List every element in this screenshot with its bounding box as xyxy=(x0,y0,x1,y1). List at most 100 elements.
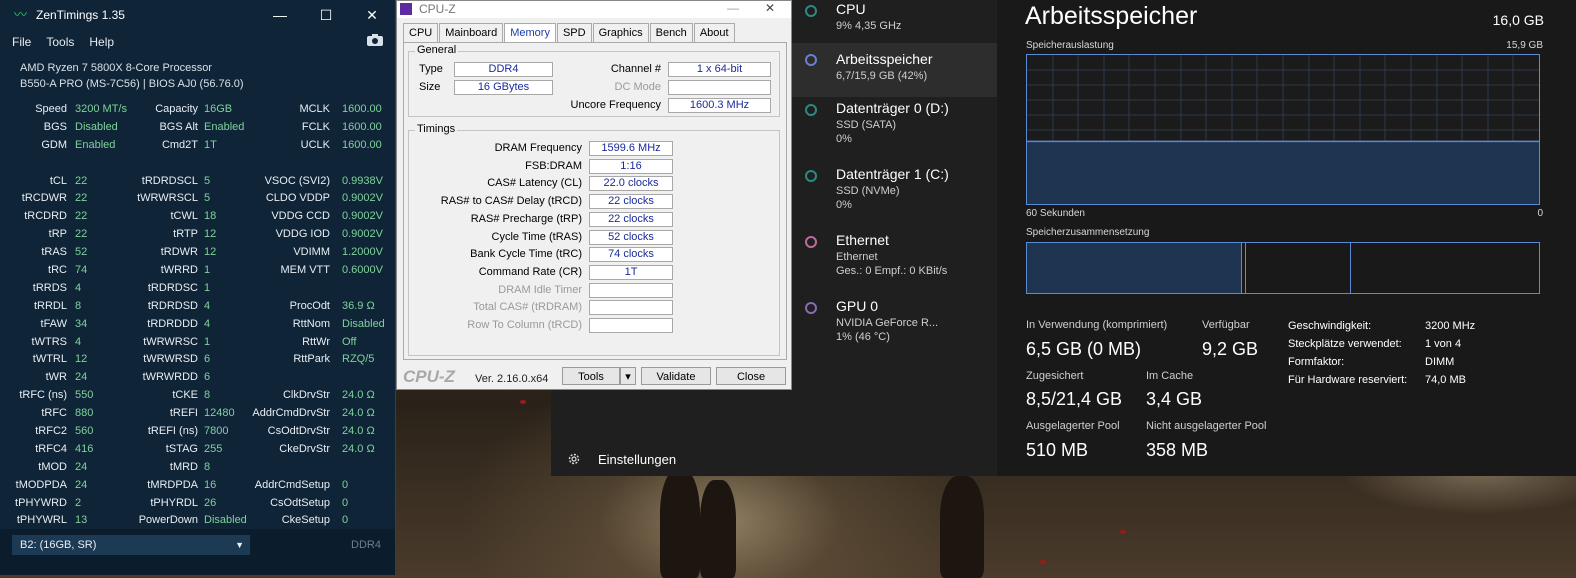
validate-button[interactable]: Validate xyxy=(641,367,711,385)
resource-indicator-icon xyxy=(805,5,817,17)
timing-value xyxy=(589,300,673,316)
module-select[interactable]: B2: (16GB, SR) ▼ xyxy=(12,535,250,555)
usage-max: 15,9 GB xyxy=(1506,40,1543,51)
tab-mainboard[interactable]: Mainboard xyxy=(439,23,504,42)
window-title: ZenTimings 1.35 xyxy=(36,8,125,22)
timing-value-a: 74 xyxy=(75,264,88,277)
menu-tools[interactable]: Tools xyxy=(46,35,74,49)
tab-graphics[interactable]: Graphics xyxy=(592,23,649,42)
memory-composition-bar xyxy=(1026,242,1540,294)
wallpaper-figure xyxy=(940,476,984,578)
timing-value-b: 16GB xyxy=(204,103,233,115)
uncore-label: Uncore Frequency xyxy=(570,99,662,111)
timing-label-b: tRDRDSC xyxy=(147,281,198,294)
settings-link[interactable]: Einstellungen xyxy=(598,452,676,467)
close-button[interactable]: ✕ xyxy=(349,0,395,30)
resource-name: Ethernet xyxy=(836,232,889,248)
timing-label-c: VDDG CCD xyxy=(271,210,330,223)
in-use-value: 6,5 GB (0 MB) xyxy=(1026,339,1142,359)
timings-row: BGS Disabled BGS Alt Enabled FCLK 1600.00 xyxy=(0,121,395,139)
timing-value-c: 1600.00 xyxy=(342,138,382,151)
resource-name: CPU xyxy=(836,1,866,17)
resource-item[interactable]: Datenträger 0 (D:) SSD (SATA) 0% xyxy=(792,99,997,153)
tab-cpu[interactable]: CPU xyxy=(403,23,439,42)
timing-value-c: 0 xyxy=(342,496,349,509)
timing-value-a: 24 xyxy=(75,460,88,473)
cached-label: Im Cache xyxy=(1146,370,1194,382)
timing-label-a: tWR xyxy=(45,371,67,384)
resource-item[interactable]: Ethernet Ethernet Ges.: 0 Empf.: 0 KBit/s xyxy=(792,231,997,285)
type-label: Type xyxy=(419,63,443,75)
timing-label-b: tWRWRDD xyxy=(142,371,198,384)
timing-label-b: tWRWRSD xyxy=(143,353,198,366)
tab-about[interactable]: About xyxy=(693,23,735,42)
usage-label: Speicherauslastung xyxy=(1026,40,1114,51)
resource-indicator-icon xyxy=(805,54,817,66)
channel-label: Channel # xyxy=(610,63,661,75)
timing-value-a: 24 xyxy=(75,478,88,491)
wallpaper-petal xyxy=(1120,530,1126,534)
wallpaper-figure xyxy=(700,480,736,578)
timings-row: tRRDL 8 tRDRDSD 4 ProcOdt 36.9 Ω xyxy=(0,300,395,318)
timing-label: Bank Cycle Time (tRC) xyxy=(470,248,582,261)
timing-label-b: tPHYRDL xyxy=(150,496,198,509)
resource-item[interactable]: Arbeitsspeicher 6,7/15,9 GB (42%) xyxy=(792,43,997,97)
resource-name: Arbeitsspeicher xyxy=(836,51,933,67)
composition-modified xyxy=(1245,243,1246,293)
available-value: 9,2 GB xyxy=(1202,339,1259,359)
tab-bench[interactable]: Bench xyxy=(649,23,693,42)
timing-label-c: VDIMM xyxy=(293,246,330,259)
timing-label-a: BGS xyxy=(43,120,67,133)
resource-indicator-icon xyxy=(805,302,817,314)
timing-label-a: tRAS xyxy=(41,246,67,259)
resource-s1: NVIDIA GeForce R... xyxy=(836,317,939,329)
close-app-button[interactable]: Close xyxy=(716,367,786,385)
resource-s2: 1% (46 °C) xyxy=(836,331,890,343)
cpuz-titlebar[interactable]: CPU-Z — ✕ xyxy=(397,1,791,18)
cpuz-minimize-button[interactable]: — xyxy=(727,1,739,15)
timings-row: tMODPDA 24 tMRDPDA 16 AddrCmdSetup 0 xyxy=(0,479,395,497)
resource-item[interactable]: GPU 0 NVIDIA GeForce R... 1% (46 °C) xyxy=(792,297,997,351)
cpuz-window: CPU-Z — ✕ CPU Mainboard Memory SPD Graph… xyxy=(396,0,792,390)
timing-label-a: tRRDL xyxy=(33,299,67,312)
timing-label-a: tRCDRD xyxy=(24,210,67,223)
zentimings-titlebar[interactable]: 〰 ZenTimings 1.35 — ☐ ✕ xyxy=(0,0,395,30)
tab-memory[interactable]: Memory xyxy=(504,23,556,42)
timing-label-b: tRDRDSCL xyxy=(141,174,198,187)
timings-row: tRFC2 560 tREFI (ns) 7800 CsOdtDrvStr 24.0 Ω xyxy=(0,425,395,443)
timing-value-c: 24.0 Ω xyxy=(342,425,375,438)
tools-dropdown-button[interactable]: ▾ xyxy=(620,367,636,385)
camera-icon[interactable] xyxy=(367,34,383,46)
menu-help[interactable]: Help xyxy=(89,35,114,49)
composition-label: Speicherzusammensetzung xyxy=(1026,227,1150,238)
timing-label: DRAM Frequency xyxy=(494,142,582,154)
property-label: Formfaktor: xyxy=(1288,356,1345,368)
tools-button[interactable]: Tools xyxy=(562,367,620,385)
resource-item[interactable]: Datenträger 1 (C:) SSD (NVMe) 0% xyxy=(792,165,997,219)
cpuz-version: Ver. 2.16.0.x64 xyxy=(475,373,549,385)
timing-label: DRAM Idle Timer xyxy=(498,283,582,296)
timing-label: Total CAS# (tRDRAM) xyxy=(473,301,582,314)
property-value: 3200 MHz xyxy=(1425,320,1476,332)
timing-value-b: 16 xyxy=(204,478,217,491)
tab-spd[interactable]: SPD xyxy=(556,23,592,42)
maximize-button[interactable]: ☐ xyxy=(303,0,349,30)
cpuz-close-button[interactable]: ✕ xyxy=(765,1,775,15)
timing-value xyxy=(589,318,673,333)
timing-label-c: RttPark xyxy=(293,353,330,366)
timing-label-b: tRDWR xyxy=(160,246,198,259)
timings-row: tRRDS 4 tRDRDSC 1 xyxy=(0,282,395,300)
menu-file[interactable]: File xyxy=(12,35,31,49)
timings-row: tWR 24 tWRWRDD 6 xyxy=(0,371,395,389)
general-group: General Type DDR4 Size 16 GBytes Channel… xyxy=(408,44,780,117)
timing-value-b: 4 xyxy=(204,299,211,312)
timing-value-a: 22 xyxy=(75,174,88,187)
timings-row: tMOD 24 tMRD 8 xyxy=(0,461,395,479)
committed-label: Zugesichert xyxy=(1026,370,1084,382)
timing-value-c: Off xyxy=(342,335,357,348)
minimize-button[interactable]: — xyxy=(257,0,303,30)
timing-label-b: PowerDown xyxy=(138,514,198,527)
timing-label-c: VSOC (SVI2) xyxy=(264,174,330,187)
timing-label-c: UCLK xyxy=(300,138,330,151)
timing-label-a: tWTRL xyxy=(32,353,67,366)
